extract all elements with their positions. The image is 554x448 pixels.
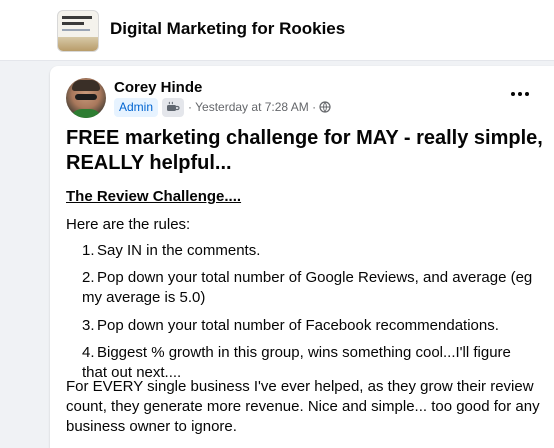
avatar[interactable] [66, 78, 106, 118]
closing-paragraph: For EVERY single business I've ever help… [66, 378, 540, 435]
post-timestamp[interactable]: · Yesterday at 7:28 AM · [188, 100, 316, 114]
more-options-button[interactable] [506, 86, 534, 102]
list-item: 2. Pop down your total number of Google R… [82, 269, 533, 306]
post-meta: Admin · Yesterday at 7:28 AM · [114, 97, 331, 117]
group-name-link[interactable]: Digital Marketing for Rookies [110, 19, 345, 39]
rules-intro: Here are the rules: [66, 216, 191, 233]
post-title: FREE marketing challenge for MAY - reall… [66, 127, 543, 174]
post-card: Corey Hinde Admin · Yesterday at 7:28 AM… [50, 66, 554, 448]
challenge-heading: The Review Challenge.... [66, 188, 242, 205]
coffee-cup-icon[interactable] [162, 97, 185, 117]
globe-icon[interactable] [319, 101, 331, 113]
group-thumbnail[interactable] [57, 10, 99, 52]
admin-badge[interactable]: Admin [114, 97, 159, 117]
group-header: Digital Marketing for Rookies [0, 0, 554, 61]
list-item: 1. Say IN in the comments. [82, 242, 261, 259]
author-name-link[interactable]: Corey Hinde [114, 79, 202, 96]
list-item: 3. Pop down your total number of Facebook… [82, 317, 499, 334]
